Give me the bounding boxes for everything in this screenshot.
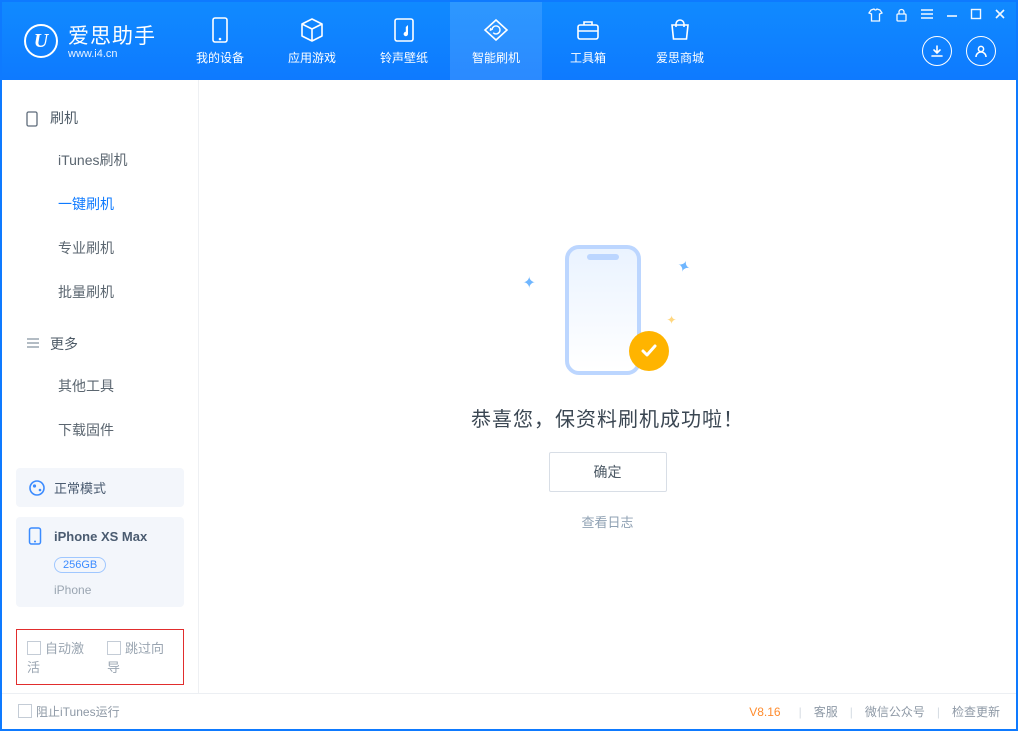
profile-button[interactable] — [966, 36, 996, 66]
app-window: U 爱思助手 www.i4.cn 我的设备 应用游戏 铃声壁纸 智能刷机 — [0, 0, 1018, 731]
main-content: ✦ ✦ ✦ 恭喜您，保资料刷机成功啦！ 确定 查看日志 — [199, 80, 1016, 693]
brand-badge-icon: U — [24, 24, 58, 58]
success-illustration: ✦ ✦ ✦ — [523, 243, 693, 383]
tab-my-device[interactable]: 我的设备 — [174, 2, 266, 80]
tab-toolbox[interactable]: 工具箱 — [542, 2, 634, 80]
tshirt-icon[interactable] — [868, 8, 883, 22]
checkbox-skip-guide[interactable]: 跳过向导 — [107, 638, 173, 676]
highlighted-options: 自动激活 跳过向导 — [16, 629, 184, 685]
sidebar-item-batch-flash[interactable]: 批量刷机 — [2, 270, 198, 314]
top-tabs: 我的设备 应用游戏 铃声壁纸 智能刷机 工具箱 爱思商城 — [174, 2, 726, 80]
menu-icon[interactable] — [920, 8, 934, 22]
device-storage-badge: 256GB — [54, 557, 106, 573]
tab-store[interactable]: 爱思商城 — [634, 2, 726, 80]
device-small-icon — [26, 111, 40, 125]
titlebar: U 爱思助手 www.i4.cn 我的设备 应用游戏 铃声壁纸 智能刷机 — [2, 2, 1016, 80]
close-button[interactable] — [994, 8, 1006, 22]
checkbox-auto-activate[interactable]: 自动激活 — [27, 638, 93, 676]
phone-icon — [28, 527, 46, 545]
check-update-link[interactable]: 检查更新 — [952, 703, 1000, 720]
sidebar-section-flash: 刷机 — [2, 98, 198, 138]
sparkle-icon: ✦ — [666, 313, 676, 327]
version-label: V8.16 — [749, 705, 780, 719]
success-message: 恭喜您，保资料刷机成功啦！ — [471, 403, 744, 432]
cube-icon — [299, 17, 325, 43]
refresh-icon — [483, 17, 509, 43]
sparkle-icon: ✦ — [674, 255, 693, 278]
customer-service-link[interactable]: 客服 — [814, 703, 838, 720]
view-log-link[interactable]: 查看日志 — [581, 512, 633, 531]
music-icon — [391, 17, 417, 43]
sparkle-icon: ✦ — [523, 273, 536, 293]
minimize-button[interactable] — [946, 8, 958, 22]
sidebar-item-itunes-flash[interactable]: iTunes刷机 — [2, 138, 198, 182]
sidebar-section-more: 更多 — [2, 324, 198, 364]
maximize-button[interactable] — [970, 8, 982, 22]
sidebar-item-other-tools[interactable]: 其他工具 — [2, 364, 198, 408]
device-type: iPhone — [54, 583, 172, 597]
sidebar-item-download-firmware[interactable]: 下载固件 — [2, 408, 198, 452]
device-info-box[interactable]: iPhone XS Max 256GB iPhone — [16, 517, 184, 607]
toolbox-icon — [575, 17, 601, 43]
sidebar: 刷机 iTunes刷机 一键刷机 专业刷机 批量刷机 更多 其他工具 下载固件 … — [2, 80, 199, 693]
mode-icon — [28, 479, 46, 497]
status-bar: 阻止iTunes运行 V8.16 | 客服 | 微信公众号 | 检查更新 — [2, 693, 1016, 729]
tab-ringtones[interactable]: 铃声壁纸 — [358, 2, 450, 80]
wechat-link[interactable]: 微信公众号 — [865, 703, 925, 720]
brand-url: www.i4.cn — [68, 48, 156, 60]
bag-icon — [667, 17, 693, 43]
device-name: iPhone XS Max — [54, 529, 172, 544]
tab-apps-games[interactable]: 应用游戏 — [266, 2, 358, 80]
device-icon — [207, 17, 233, 43]
sidebar-item-pro-flash[interactable]: 专业刷机 — [2, 226, 198, 270]
device-mode-box[interactable]: 正常模式 — [16, 468, 184, 507]
download-button[interactable] — [922, 36, 952, 66]
sidebar-item-onekey-flash[interactable]: 一键刷机 — [2, 182, 198, 226]
device-mode-label: 正常模式 — [54, 478, 106, 497]
list-icon — [26, 337, 40, 351]
window-controls — [868, 8, 1006, 22]
brand-name: 爱思助手 — [68, 20, 156, 50]
tab-smart-flash[interactable]: 智能刷机 — [450, 2, 542, 80]
check-badge-icon — [629, 331, 669, 371]
ok-button[interactable]: 确定 — [549, 452, 667, 492]
checkbox-block-itunes[interactable]: 阻止iTunes运行 — [18, 703, 120, 720]
lock-icon[interactable] — [895, 8, 908, 22]
brand-logo: U 爱思助手 www.i4.cn — [2, 2, 174, 80]
